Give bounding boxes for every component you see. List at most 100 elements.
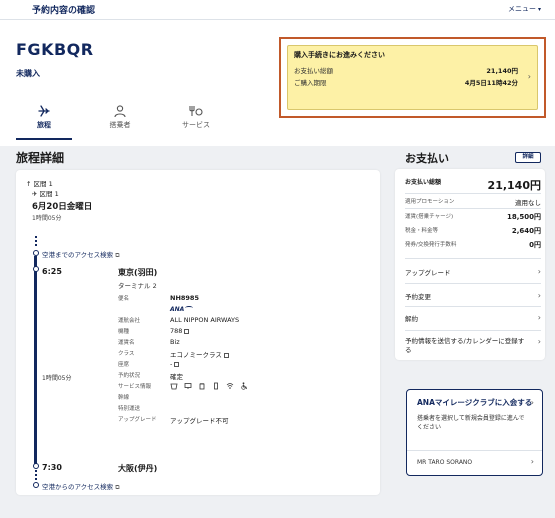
timeline-node — [32, 482, 39, 488]
person-icon — [114, 105, 126, 118]
detail-key: クラス — [118, 351, 135, 357]
arrival-node — [32, 463, 39, 469]
detail-key: サービス情報 — [118, 384, 152, 390]
payment-title: お支払い — [405, 152, 449, 165]
detail-value: 確定 — [170, 373, 183, 381]
change-booking-link[interactable]: 予約変更 › — [405, 291, 541, 301]
external-link-icon: ⧉ — [115, 252, 120, 259]
link-label: アップグレード — [405, 269, 451, 277]
aircraft-link[interactable]: 788 — [170, 327, 350, 335]
upgrade-link[interactable]: アップグレード › — [405, 267, 541, 277]
payment-label: 運賃(搭乗チャージ) — [405, 214, 454, 220]
chevron-right-icon: › — [537, 267, 541, 276]
detail-value: 788 — [170, 327, 183, 335]
menu-button[interactable]: メニュー ▾ — [508, 4, 541, 14]
payment-row: 税金・料金等 2,640円 — [405, 226, 541, 236]
departure-node — [32, 266, 39, 272]
service-icon — [189, 106, 203, 116]
drink-icon — [170, 382, 178, 390]
segment-label: 区間 1 — [33, 180, 53, 188]
service-icons — [170, 382, 350, 390]
notice-value: 4月5日11時42分 — [464, 79, 518, 87]
itinerary-card: ↑ 区間 1 ✈ 区間 1 6月20日金曜日 1時間05分 空港までのアクセス検… — [16, 170, 380, 495]
chevron-right-icon: › — [527, 72, 531, 81]
timeline-dots — [34, 236, 37, 246]
class-link[interactable]: エコノミークラス — [170, 349, 350, 359]
notice-row: お支払い総額 21,140円 — [294, 65, 518, 75]
payment-label: 発券/交換発行手数料 — [405, 242, 457, 248]
accessibility-icon — [240, 382, 248, 390]
divider — [405, 193, 541, 194]
access-link-text: 空港からのアクセス検索 — [42, 483, 114, 491]
chevron-right-icon: › — [537, 313, 541, 322]
detail-value: NH8985 — [170, 294, 199, 302]
access-search-link[interactable]: 空港からのアクセス検索 ⧉ — [42, 481, 119, 492]
payment-value: 2,640円 — [511, 227, 541, 235]
chevron-right-icon: › — [530, 457, 534, 466]
mileage-club-card: ANAマイレージクラブに入会する › 搭乗者を選択して新規会員登録に進んでくださ… — [406, 389, 543, 476]
plane-icon — [38, 105, 50, 117]
send-calendar-link[interactable]: 予約情報を送信する/カレンダーに登録する › — [405, 337, 541, 355]
notice-label: お支払い総額 — [294, 67, 333, 75]
club-title[interactable]: ANAマイレージクラブに入会する — [417, 397, 532, 408]
external-link-icon — [223, 353, 229, 358]
club-member-name[interactable]: MR TARO SORANO — [417, 459, 472, 466]
club-description: 搭乗者を選択して新規会員登録に進んでください — [417, 415, 525, 431]
tab-services[interactable]: サービス — [168, 100, 224, 140]
payment-row-total: お支払い総額 21,140円 — [405, 177, 541, 193]
detail-value: Biz — [170, 338, 180, 346]
notice-label: ご購入期限 — [294, 79, 327, 87]
tab-label: 搭乗者 — [109, 121, 131, 129]
tab-itinerary[interactable]: 旅程 — [16, 100, 72, 140]
highlight-frame: 購入手続きにお進みください お支払い総額 21,140円 ご購入期限 4月5日1… — [279, 37, 546, 118]
detail-key: 幹線 — [118, 395, 130, 401]
payment-label: 適用プロモーション — [405, 199, 455, 205]
payment-row: 適用プロモーション 適用なし — [405, 197, 541, 207]
flight-date: 6月20日金曜日 — [32, 202, 93, 212]
payment-row: 運賃(搭乗チャージ) 18,500円 — [405, 212, 541, 222]
external-link-icon: ⧉ — [115, 484, 120, 491]
detail-key: 機種 — [118, 329, 130, 335]
external-link-icon — [174, 362, 180, 367]
tab-label: サービス — [182, 121, 210, 129]
booking-header: FGKBQR 未購入 購入手続きにお進みください お支払い総額 21,140円 … — [0, 20, 555, 146]
subsegment-text: 区間 1 — [39, 190, 59, 198]
notice-title: 購入手続きにお進みください — [294, 51, 385, 59]
booking-status: 未購入 — [16, 69, 40, 78]
booking-code: FGKBQR — [16, 40, 94, 59]
usb-icon — [212, 382, 220, 390]
link-label: 予約情報を送信する/カレンダーに登録する — [405, 337, 525, 354]
timeline-dots — [34, 470, 37, 480]
cancel-link[interactable]: 解約 › — [405, 313, 541, 323]
segment-toggle[interactable]: ↑ 区間 1 — [26, 178, 53, 188]
seat-link[interactable]: - — [170, 360, 350, 368]
detail-key: 特別運送 — [118, 406, 141, 412]
outlet-icon — [198, 382, 206, 390]
payment-value: 18,500円 — [506, 213, 541, 221]
detail-value: エコノミークラス — [170, 351, 222, 359]
chevron-right-icon: › — [537, 291, 541, 300]
divider — [407, 450, 542, 451]
external-link-icon — [184, 329, 190, 334]
detail-key: 座席 — [118, 362, 130, 368]
menu-label: メニュー — [507, 5, 536, 13]
tab-passengers[interactable]: 搭乗者 — [92, 100, 148, 140]
wifi-icon — [226, 382, 234, 390]
access-link-text: 空港までのアクセス検索 — [42, 251, 114, 259]
divider — [405, 283, 541, 284]
detail-key: 運航会社 — [118, 318, 141, 324]
subsegment-label: ✈ 区間 1 — [32, 190, 59, 198]
chevron-right-icon: › — [530, 398, 534, 407]
link-label: 予約変更 — [405, 293, 431, 301]
divider — [405, 258, 541, 259]
departure-terminal: ターミナル 2 — [118, 282, 157, 290]
notice-row: ご購入期限 4月5日11時42分 — [294, 77, 518, 87]
access-search-link[interactable]: 空港までのアクセス検索 ⧉ — [42, 249, 119, 260]
flight-timeline — [34, 256, 37, 467]
purchase-notice[interactable]: 購入手続きにお進みください お支払い総額 21,140円 ご購入期限 4月5日1… — [287, 45, 538, 110]
detail-key: 運賃名 — [118, 340, 135, 346]
ana-logo-text: ANA — [170, 306, 185, 313]
payment-detail-button[interactable]: 詳細 — [515, 152, 541, 163]
flight-duration: 1時間05分 — [32, 215, 62, 222]
total-time: 1時間05分 — [42, 375, 72, 382]
